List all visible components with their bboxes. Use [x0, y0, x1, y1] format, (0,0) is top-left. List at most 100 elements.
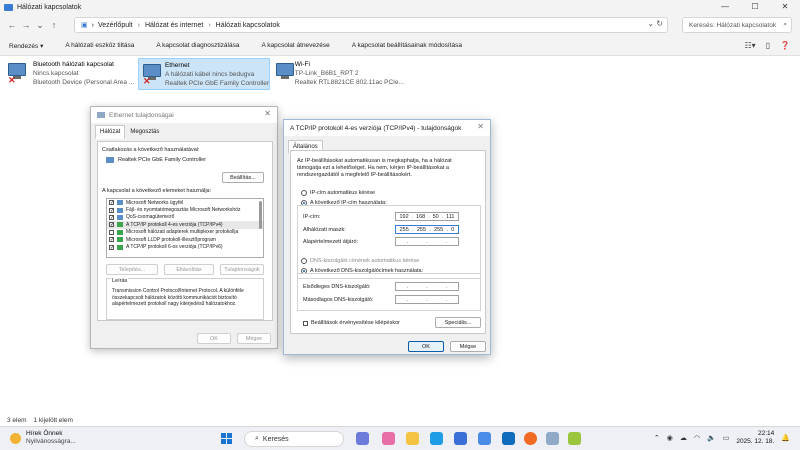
intro-text: Az IP-beállításokat automatikusan is meg…	[297, 158, 452, 178]
ok-button[interactable]: OK	[408, 341, 444, 352]
list-item[interactable]: ✓ Microsoft Networks ügyfél	[107, 199, 263, 206]
subnet-mask-field[interactable]: 255. 255. 255. 0	[395, 225, 459, 234]
connection-item-wifi[interactable]: Wi-Fi TP-Link_B6B1_RPT 2 Realtek RTL8821…	[272, 58, 404, 90]
list-item[interactable]: Microsoft hálózati adapterek multiplexer…	[107, 229, 263, 236]
connection-item-bluetooth[interactable]: ✕ Bluetooth hálózati kapcsolat Nincs kap…	[4, 58, 136, 90]
file-explorer-icon[interactable]	[406, 432, 419, 445]
uninstall-button[interactable]: Eltávolítás	[164, 264, 214, 275]
checkbox[interactable]: ✓	[109, 237, 114, 243]
description-text: Transmission Control Protocol/Internet P…	[112, 288, 244, 308]
app-icon[interactable]	[382, 432, 395, 445]
connection-status: Nincs kapcsolat	[33, 70, 79, 77]
properties-button[interactable]: Tulajdonságok	[220, 264, 264, 275]
store-icon[interactable]	[454, 432, 467, 445]
secondary-dns-label: Másodlagos DNS-kiszolgáló:	[303, 297, 374, 303]
breadcrumb-network-internet[interactable]: Hálózat és internet	[145, 22, 203, 29]
cancel-button[interactable]: Mégse	[450, 341, 486, 352]
dialog-titlebar: A TCP/IP protokoll 4-es verziója (TCP/IP…	[284, 120, 490, 136]
edge-icon[interactable]	[430, 432, 443, 445]
checkbox[interactable]: ✓	[109, 214, 114, 220]
list-item[interactable]: ✓ Microsoft LLDP protokoll-illesztőprogra…	[107, 236, 263, 243]
wifi-icon[interactable]: ◠	[694, 434, 700, 442]
scrollbar[interactable]	[259, 201, 262, 229]
list-item[interactable]: ✓ A TCP/IP protokoll 4-es verziója (TCP/I…	[107, 221, 263, 229]
disconnected-x-icon: ✕	[143, 76, 151, 86]
view-options-icon[interactable]: ☷▾	[744, 41, 755, 50]
search-input[interactable]: Keresés: Hálózati kapcsolatok ⌕	[682, 17, 792, 33]
connections-list: ✕ Bluetooth hálózati kapcsolat Nincs kap…	[0, 56, 800, 92]
battery-icon[interactable]: ▭	[723, 434, 730, 442]
checkbox[interactable]: ✓	[109, 244, 114, 250]
checkbox[interactable]: ✓	[109, 222, 114, 228]
network-connections-icon[interactable]	[546, 432, 559, 445]
connection-item-ethernet[interactable]: ✕ Ethernet A hálózati kábel nincs bedugv…	[138, 58, 270, 90]
close-button[interactable]: ✕	[770, 0, 800, 14]
change-settings-button[interactable]: A kapcsolat beállításainak módosítása	[352, 42, 462, 49]
disable-device-button[interactable]: A hálózati eszköz tiltása	[65, 42, 134, 49]
address-bar[interactable]: ▣ › Vezérlőpult › Hálózat és internet › …	[74, 17, 668, 33]
configure-button[interactable]: Beállítás...	[222, 172, 264, 183]
dns-group	[297, 273, 481, 311]
list-item[interactable]: ✓ A TCP/IP protokoll 6-os verziója (TCP/I…	[107, 243, 263, 250]
minimize-button[interactable]: —	[710, 0, 740, 14]
auto-ip-radio[interactable]: IP-cím automatikus kérése	[301, 190, 375, 196]
connection-device: Realtek RTL8821CE 802.11ac PCIe...	[294, 79, 404, 86]
secondary-dns-field[interactable]: ...	[395, 295, 459, 304]
auto-dns-radio[interactable]: DNS-kiszolgáló címének automatikus kérés…	[301, 258, 419, 264]
search-icon: ⌕	[783, 21, 787, 28]
maximize-button[interactable]: ☐	[740, 0, 770, 14]
copilot-icon[interactable]	[356, 432, 369, 445]
close-icon[interactable]: ✕	[477, 122, 484, 131]
validate-checkbox[interactable]: Beállítások érvényesítése kilépéskor	[303, 320, 400, 326]
cloud-icon[interactable]: ☁	[680, 434, 687, 442]
help-icon[interactable]: ❓	[780, 41, 790, 50]
up-icon[interactable]: ↑	[47, 20, 61, 30]
preview-pane-icon[interactable]: ▯	[766, 41, 770, 50]
close-icon[interactable]: ✕	[264, 109, 271, 118]
checkbox[interactable]	[109, 229, 114, 235]
notifications-icon[interactable]: 🔔	[781, 434, 790, 442]
selected-count: 1 kijelölt elem	[33, 416, 73, 424]
connection-name: Ethernet	[164, 62, 190, 69]
start-icon[interactable]	[221, 433, 232, 444]
back-icon[interactable]: ←	[5, 20, 19, 30]
news-widget[interactable]: Hírek Önnek Nyilvánosságra...	[10, 430, 76, 446]
ok-button[interactable]: OK	[197, 333, 231, 344]
ip-address-field[interactable]: 192. 168. 50. 111	[395, 212, 459, 221]
recent-dropdown-icon[interactable]: ⌄	[33, 20, 47, 31]
app-icon[interactable]	[568, 432, 581, 445]
dialog-tabs: Hálózat Megosztás	[91, 125, 277, 139]
diagnose-button[interactable]: A kapcsolat diagnosztizálása	[156, 42, 239, 49]
firefox-icon[interactable]	[524, 432, 537, 445]
gateway-field[interactable]: ...	[395, 237, 459, 246]
cancel-button[interactable]: Mégse	[237, 333, 271, 344]
install-button[interactable]: Telepítés...	[106, 264, 158, 275]
breadcrumb-network-connections[interactable]: Hálózati kapcsolatok	[216, 22, 280, 29]
breadcrumb-control-panel[interactable]: Vezérlőpult	[98, 22, 133, 29]
checkbox[interactable]	[303, 320, 308, 326]
search-icon: ⌕	[255, 435, 259, 442]
chevron-right-icon: ›	[91, 21, 94, 29]
network-connections-icon	[4, 3, 13, 11]
list-item[interactable]: ✓ Fájl- és nyomtatómegosztás Microsoft Ne…	[107, 206, 263, 213]
client-icon	[117, 200, 123, 206]
chevron-up-icon[interactable]: ⌃	[654, 434, 660, 442]
checkbox[interactable]: ✓	[109, 207, 114, 213]
checkbox[interactable]: ✓	[109, 200, 114, 206]
advanced-button[interactable]: Speciális...	[435, 317, 481, 328]
clock[interactable]: 22:14 2025. 12. 18.	[736, 430, 774, 446]
primary-dns-field[interactable]: ...	[395, 282, 459, 291]
tab-network[interactable]: Hálózat	[95, 125, 126, 139]
tab-sharing[interactable]: Megosztás	[125, 125, 164, 139]
outlook-icon[interactable]	[502, 432, 515, 445]
taskbar-search[interactable]: ⌕ Keresés	[244, 431, 344, 447]
app-tray-icon[interactable]: ◉	[667, 434, 673, 442]
forward-icon[interactable]: →	[19, 20, 33, 30]
app-icon[interactable]	[478, 432, 491, 445]
rename-button[interactable]: A kapcsolat átnevezése	[261, 42, 329, 49]
volume-icon[interactable]: 🔈	[707, 434, 716, 442]
command-bar: Rendezés ▾ A hálózati eszköz tiltása A k…	[0, 36, 800, 56]
address-dropdown-icon[interactable]: ⌄ ↻	[647, 19, 663, 28]
list-item[interactable]: ✓ QoS-csomagütemező	[107, 214, 263, 221]
organize-button[interactable]: Rendezés ▾	[9, 42, 43, 50]
